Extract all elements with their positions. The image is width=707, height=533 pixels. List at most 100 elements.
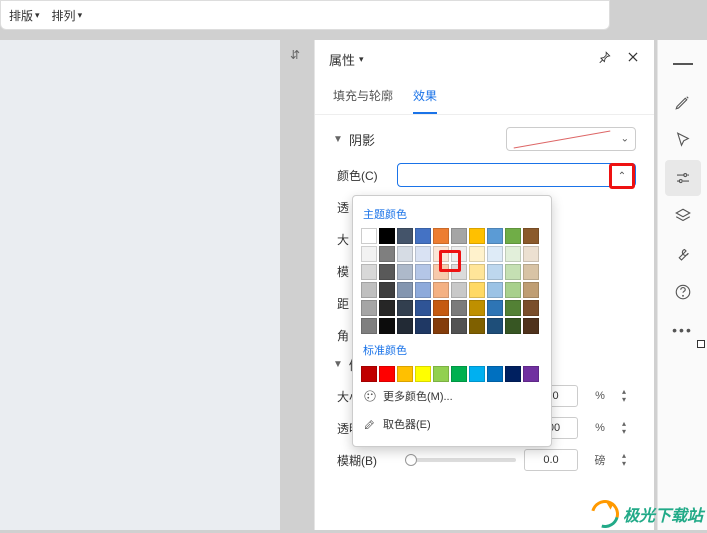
color-swatch[interactable] bbox=[487, 300, 503, 316]
color-swatch[interactable] bbox=[469, 282, 485, 298]
opacity-spinner[interactable]: ▴▾ bbox=[622, 420, 636, 436]
disclosure-triangle-icon[interactable]: ▼ bbox=[333, 134, 343, 145]
close-icon[interactable] bbox=[626, 50, 640, 69]
color-swatch[interactable] bbox=[415, 282, 431, 298]
color-swatch[interactable] bbox=[451, 366, 467, 382]
color-swatch[interactable] bbox=[415, 300, 431, 316]
color-swatch[interactable] bbox=[415, 228, 431, 244]
color-swatch[interactable] bbox=[379, 246, 395, 262]
rail-pen-button[interactable] bbox=[665, 84, 701, 120]
color-swatch[interactable] bbox=[523, 246, 539, 262]
tab-effects[interactable]: 效果 bbox=[413, 81, 437, 114]
color-swatch[interactable] bbox=[451, 228, 467, 244]
color-swatch[interactable] bbox=[433, 366, 449, 382]
color-swatch[interactable] bbox=[505, 228, 521, 244]
color-swatch[interactable] bbox=[415, 264, 431, 280]
color-swatch[interactable] bbox=[433, 228, 449, 244]
color-swatch[interactable] bbox=[433, 300, 449, 316]
color-swatch[interactable] bbox=[469, 366, 485, 382]
color-swatch[interactable] bbox=[397, 282, 413, 298]
color-swatch[interactable] bbox=[469, 318, 485, 334]
color-dropdown-button[interactable]: ⌃ bbox=[609, 163, 635, 189]
rail-cursor-button[interactable] bbox=[665, 122, 701, 158]
color-swatch[interactable] bbox=[505, 264, 521, 280]
color-swatch[interactable] bbox=[379, 318, 395, 334]
more-colors-link[interactable]: 更多颜色(M)... bbox=[361, 382, 543, 410]
selection-handle[interactable] bbox=[697, 340, 705, 348]
shadow-preset-dropdown[interactable]: ⌄ bbox=[506, 127, 636, 151]
color-swatch[interactable] bbox=[361, 300, 377, 316]
disclosure-triangle-icon[interactable]: ▼ bbox=[333, 359, 343, 370]
color-swatch[interactable] bbox=[469, 300, 485, 316]
color-swatch[interactable] bbox=[415, 246, 431, 262]
color-swatch[interactable] bbox=[415, 366, 431, 382]
color-swatch[interactable] bbox=[487, 246, 503, 262]
color-swatch[interactable] bbox=[469, 246, 485, 262]
color-swatch[interactable] bbox=[379, 366, 395, 382]
color-swatch[interactable] bbox=[451, 264, 467, 280]
color-swatch[interactable] bbox=[361, 318, 377, 334]
color-swatch[interactable] bbox=[397, 264, 413, 280]
color-swatch[interactable] bbox=[397, 318, 413, 334]
size-spinner[interactable]: ▴▾ bbox=[622, 388, 636, 404]
color-swatch[interactable] bbox=[361, 246, 377, 262]
color-swatch[interactable] bbox=[523, 300, 539, 316]
collapse-handle-icon[interactable]: ⇵ bbox=[290, 48, 300, 62]
rail-layers-button[interactable] bbox=[665, 198, 701, 234]
blur-value[interactable]: 0.0 bbox=[524, 449, 578, 471]
color-swatch[interactable] bbox=[523, 318, 539, 334]
color-swatch[interactable] bbox=[505, 282, 521, 298]
menu-layout[interactable]: 排版 ▾ bbox=[9, 7, 40, 24]
color-swatch[interactable] bbox=[487, 264, 503, 280]
pin-icon[interactable] bbox=[598, 50, 612, 69]
color-swatch[interactable] bbox=[379, 282, 395, 298]
color-swatch[interactable] bbox=[451, 318, 467, 334]
color-swatch[interactable] bbox=[451, 300, 467, 316]
color-swatch[interactable] bbox=[433, 282, 449, 298]
color-swatch[interactable] bbox=[451, 282, 467, 298]
color-swatch[interactable] bbox=[487, 318, 503, 334]
color-swatch[interactable] bbox=[523, 228, 539, 244]
canvas-area[interactable] bbox=[0, 40, 280, 530]
color-swatch[interactable] bbox=[505, 366, 521, 382]
panel-title[interactable]: 属性 ▾ bbox=[329, 50, 364, 69]
menu-arrange[interactable]: 排列 ▾ bbox=[52, 7, 83, 24]
color-swatch[interactable] bbox=[361, 264, 377, 280]
rail-help-button[interactable] bbox=[665, 274, 701, 310]
color-swatch[interactable] bbox=[469, 264, 485, 280]
color-swatch[interactable] bbox=[433, 318, 449, 334]
color-swatch[interactable] bbox=[523, 366, 539, 382]
color-swatch[interactable] bbox=[487, 228, 503, 244]
color-swatch[interactable] bbox=[487, 282, 503, 298]
color-swatch[interactable] bbox=[379, 300, 395, 316]
color-swatch[interactable] bbox=[451, 246, 467, 262]
color-swatch[interactable] bbox=[415, 318, 431, 334]
color-swatch[interactable] bbox=[361, 366, 377, 382]
color-swatch[interactable] bbox=[397, 228, 413, 244]
blur-slider[interactable] bbox=[405, 458, 516, 462]
color-swatch[interactable] bbox=[379, 264, 395, 280]
rail-more-button[interactable]: ••• bbox=[665, 312, 701, 348]
color-input[interactable]: ⌃ bbox=[397, 163, 636, 187]
color-swatch[interactable] bbox=[505, 318, 521, 334]
color-swatch[interactable] bbox=[361, 228, 377, 244]
blur-spinner[interactable]: ▴▾ bbox=[622, 452, 636, 468]
color-swatch[interactable] bbox=[361, 282, 377, 298]
color-swatch[interactable] bbox=[523, 282, 539, 298]
color-swatch[interactable] bbox=[433, 264, 449, 280]
color-swatch[interactable] bbox=[469, 228, 485, 244]
color-swatch[interactable] bbox=[379, 228, 395, 244]
color-swatch[interactable] bbox=[433, 246, 449, 262]
color-swatch[interactable] bbox=[505, 246, 521, 262]
color-swatch[interactable] bbox=[487, 366, 503, 382]
color-swatch[interactable] bbox=[523, 264, 539, 280]
color-swatch[interactable] bbox=[505, 300, 521, 316]
rail-minimize-button[interactable] bbox=[665, 46, 701, 82]
rail-tools-button[interactable] bbox=[665, 236, 701, 272]
tab-fill-outline[interactable]: 填充与轮廓 bbox=[333, 81, 393, 114]
color-swatch[interactable] bbox=[397, 300, 413, 316]
eyedropper-link[interactable]: 取色器(E) bbox=[361, 410, 543, 438]
color-swatch[interactable] bbox=[397, 246, 413, 262]
rail-adjust-button[interactable] bbox=[665, 160, 701, 196]
color-swatch[interactable] bbox=[397, 366, 413, 382]
